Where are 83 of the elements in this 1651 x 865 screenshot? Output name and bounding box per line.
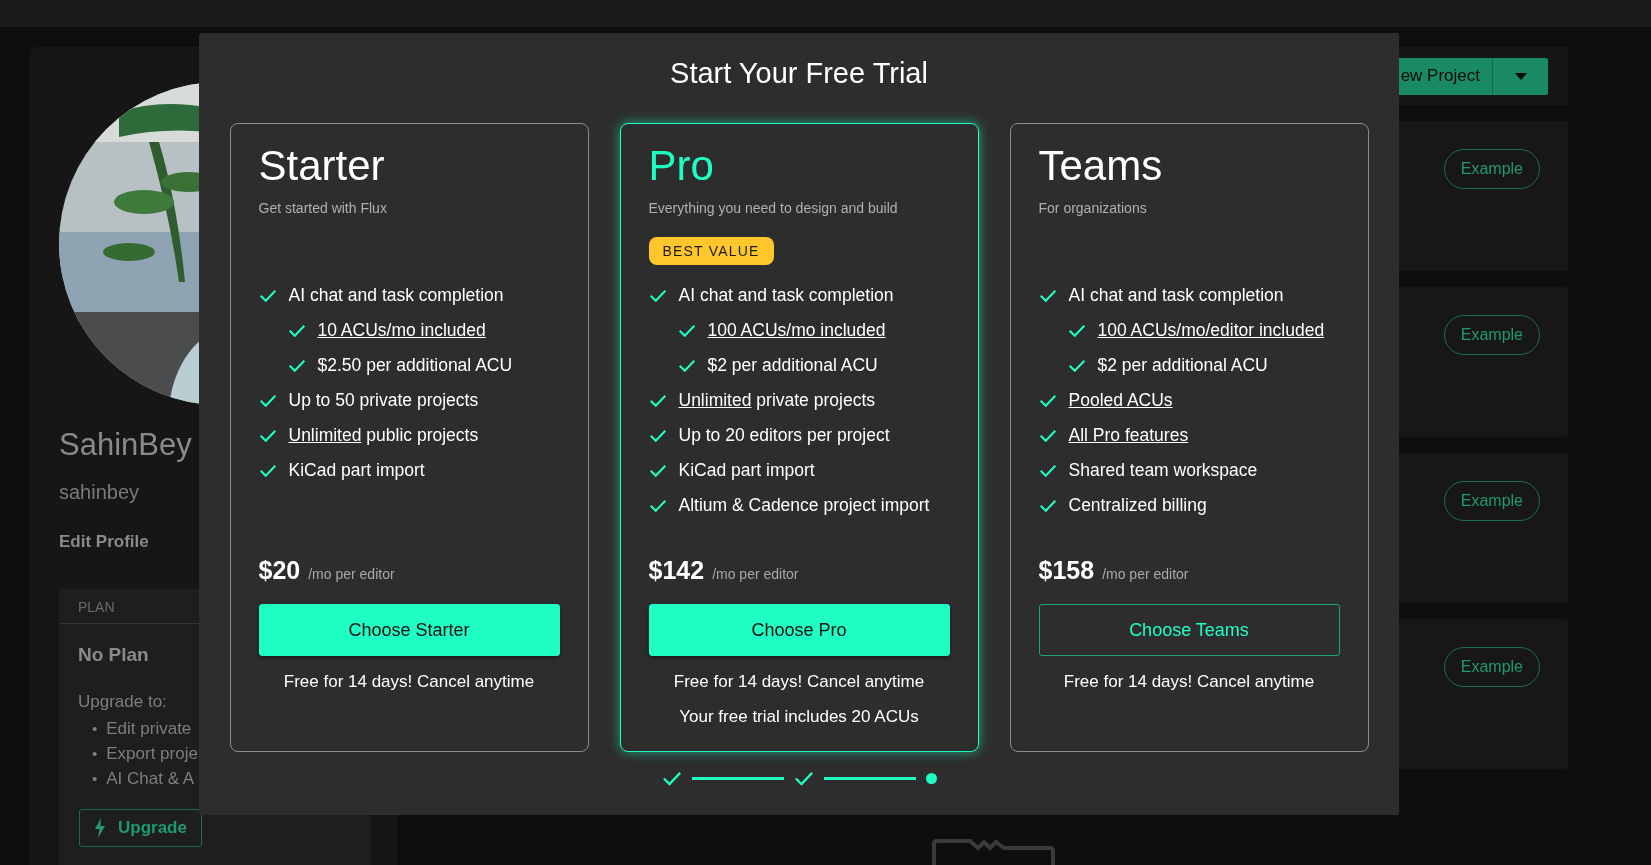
- best-value-badge: BEST VALUE: [648, 237, 774, 265]
- check-icon: [1038, 393, 1057, 408]
- feature-link[interactable]: Unlimited: [288, 425, 362, 445]
- feature-text: $2 per additional ACU: [707, 355, 878, 376]
- upgrade-button[interactable]: Upgrade: [79, 809, 202, 847]
- check-icon: [1038, 498, 1057, 513]
- trial-note: Free for 14 days! Cancel anytime: [283, 671, 535, 693]
- trial-note: Your free trial includes 20 ACUs: [679, 706, 919, 728]
- trial-note: Free for 14 days! Cancel anytime: [1063, 671, 1315, 693]
- username: sahinbey: [59, 481, 140, 504]
- plan-title: Pro: [648, 142, 714, 190]
- price: $142: [648, 556, 705, 585]
- feature-text: Altium & Cadence project import: [678, 495, 930, 516]
- feature-text: Up to 20 editors per project: [678, 425, 890, 446]
- feature-text: AI chat and task completion: [678, 285, 894, 306]
- feature-link[interactable]: 100 ACUs/mo included: [707, 320, 886, 341]
- bullet: •: [92, 768, 98, 789]
- plan-option-card[interactable]: [229, 123, 589, 752]
- plan-title: Teams: [1038, 142, 1163, 190]
- feature-text: KiCad part import: [678, 460, 815, 481]
- folder-icon: [932, 839, 1056, 865]
- check-icon: [258, 393, 277, 408]
- plan-tagline: Get started with Flux: [258, 199, 387, 218]
- check-icon: [793, 771, 814, 786]
- feature-link[interactable]: 10 ACUs/mo included: [317, 320, 486, 341]
- plan-benefit: AI Chat & A: [106, 767, 195, 790]
- check-icon: [1067, 358, 1086, 373]
- feature-text: Shared team workspace: [1068, 460, 1258, 481]
- upgrade-intro: Upgrade to:: [78, 692, 168, 712]
- feature-text: Up to 50 private projects: [288, 390, 479, 411]
- price: $20: [258, 556, 301, 585]
- dialog-title: Start Your Free Trial: [670, 56, 928, 91]
- check-icon: [287, 323, 306, 338]
- check-icon: [1038, 463, 1057, 478]
- price-unit: /mo per editor: [308, 566, 395, 582]
- check-icon: [648, 463, 667, 478]
- feature-text: AI chat and task completion: [288, 285, 504, 306]
- feature-link[interactable]: All Pro features: [1068, 425, 1189, 446]
- caret-icon: [1514, 72, 1527, 80]
- check-icon: [677, 323, 696, 338]
- feature-link[interactable]: 100 ACUs/mo/editor included: [1097, 320, 1325, 341]
- check-icon: [258, 428, 277, 443]
- plan-tagline: For organizations: [1038, 199, 1147, 218]
- feature-text: KiCad part import: [288, 460, 425, 481]
- check-icon: [648, 393, 667, 408]
- check-icon: [258, 288, 277, 303]
- feature-text: Unlimited private projects: [678, 390, 875, 411]
- display-name: SahinBey: [59, 427, 192, 463]
- plan-benefit: Export proje: [106, 742, 198, 765]
- check-icon: [648, 428, 667, 443]
- check-icon: [1067, 323, 1086, 338]
- bullet: •: [92, 743, 98, 764]
- check-icon: [1038, 428, 1057, 443]
- check-icon: [648, 288, 667, 303]
- choose-plan-button[interactable]: Choose Teams: [1038, 604, 1340, 656]
- edit-profile-link[interactable]: Edit Profile: [59, 532, 149, 552]
- check-icon: [648, 498, 667, 513]
- plan-name: No Plan: [78, 644, 150, 666]
- feature-text: $2.50 per additional ACU: [317, 355, 513, 376]
- check-icon: [287, 358, 306, 373]
- feature-text: Centralized billing: [1068, 495, 1207, 516]
- check-icon: [677, 358, 696, 373]
- plan-option-card[interactable]: [1009, 123, 1369, 752]
- plan-tagline: Everything you need to design and build: [648, 199, 898, 218]
- plan-benefit: Edit private: [106, 717, 192, 740]
- trial-note: Free for 14 days! Cancel anytime: [673, 671, 925, 693]
- check-icon: [1038, 288, 1057, 303]
- feature-text: Unlimited public projects: [288, 425, 479, 446]
- feature-text: $2 per additional ACU: [1097, 355, 1268, 376]
- feature-link[interactable]: Unlimited: [678, 390, 752, 410]
- bullet: •: [92, 718, 98, 739]
- plan-title: Starter: [258, 142, 385, 190]
- feature-text: AI chat and task completion: [1068, 285, 1284, 306]
- check-icon: [661, 771, 682, 786]
- current-step-dot: [925, 773, 937, 784]
- price-unit: /mo per editor: [712, 566, 799, 582]
- choose-plan-button[interactable]: Choose Starter: [258, 604, 560, 656]
- choose-plan-button[interactable]: Choose Pro: [648, 604, 950, 656]
- price: $158: [1038, 556, 1095, 585]
- feature-link[interactable]: Pooled ACUs: [1068, 390, 1173, 411]
- price-unit: /mo per editor: [1102, 566, 1189, 582]
- check-icon: [258, 463, 277, 478]
- lightning-icon: [94, 818, 106, 838]
